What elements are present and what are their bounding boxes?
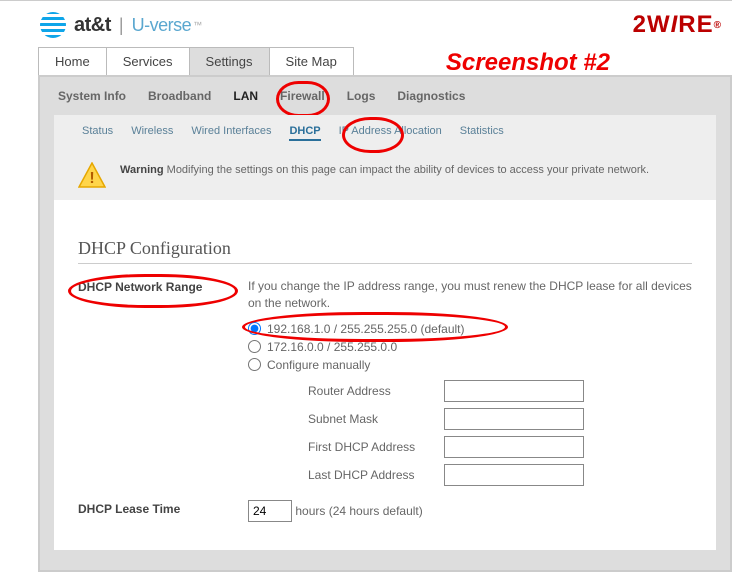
radio-range-172[interactable] xyxy=(248,340,261,353)
subtab-broadband[interactable]: Broadband xyxy=(148,89,211,103)
subsub-statistics[interactable]: Statistics xyxy=(460,125,504,141)
subtab-logs[interactable]: Logs xyxy=(347,89,376,103)
att-uverse-logo: at&t | U-verse ™ xyxy=(40,12,202,38)
dhcp-range-note: If you change the IP address range, you … xyxy=(248,278,692,312)
svg-text:!: ! xyxy=(89,170,94,187)
settings-subtabs: System Info Broadband LAN Firewall Logs … xyxy=(40,77,730,115)
input-first-dhcp-address[interactable] xyxy=(444,436,584,458)
tab-home[interactable]: Home xyxy=(38,47,107,75)
label-router-address: Router Address xyxy=(308,384,438,398)
label-last-dhcp: Last DHCP Address xyxy=(308,468,438,482)
row-dhcp-lease-time: DHCP Lease Time hours (24 hours default) xyxy=(78,500,692,522)
att-globe-icon xyxy=(40,12,66,38)
input-dhcp-lease-time[interactable] xyxy=(248,500,292,522)
radio-range-default[interactable] xyxy=(248,322,261,335)
input-last-dhcp-address[interactable] xyxy=(444,464,584,486)
subsub-dhcp[interactable]: DHCP xyxy=(289,125,320,141)
lan-subsubtabs: Status Wireless Wired Interfaces DHCP IP… xyxy=(82,125,688,141)
lan-subpanel: Status Wireless Wired Interfaces DHCP IP… xyxy=(54,115,716,550)
row-dhcp-network-range: DHCP Network Range If you change the IP … xyxy=(78,278,692,492)
radio-range-172-label: 172.16.0.0 / 255.255.0.0 xyxy=(267,340,397,354)
subsub-status[interactable]: Status xyxy=(82,125,113,141)
warning-banner: ! Warning Modifying the settings on this… xyxy=(54,150,716,200)
subtab-diagnostics[interactable]: Diagnostics xyxy=(397,89,465,103)
annotation-label: Screenshot #2 xyxy=(446,49,610,77)
subsub-wireless[interactable]: Wireless xyxy=(131,125,173,141)
radio-range-manual[interactable] xyxy=(248,358,261,371)
top-tabbar: Home Services Settings Site Map xyxy=(38,47,750,75)
input-subnet-mask[interactable] xyxy=(444,408,584,430)
label-dhcp-lease-time: DHCP Lease Time xyxy=(78,500,248,516)
subsub-ip-allocation[interactable]: IP Address Allocation xyxy=(339,125,442,141)
subtab-firewall[interactable]: Firewall xyxy=(280,89,325,103)
warning-icon: ! xyxy=(78,162,106,188)
lease-suffix: hours (24 hours default) xyxy=(295,504,422,518)
label-first-dhcp: First DHCP Address xyxy=(308,440,438,454)
section-title-dhcp-config: DHCP Configuration xyxy=(78,238,692,264)
subsub-wired-interfaces[interactable]: Wired Interfaces xyxy=(191,125,271,141)
uverse-text: U-verse xyxy=(132,15,192,36)
att-text: at&t xyxy=(74,14,111,37)
warning-label: Warning xyxy=(120,164,164,176)
label-subnet-mask: Subnet Mask xyxy=(308,412,438,426)
subtab-lan[interactable]: LAN xyxy=(233,89,258,103)
twowire-logo: 2WIRE® xyxy=(633,11,722,39)
settings-panel: System Info Broadband LAN Firewall Logs … xyxy=(38,75,732,572)
label-dhcp-network-range: DHCP Network Range xyxy=(78,278,248,294)
tab-sitemap[interactable]: Site Map xyxy=(269,47,354,75)
radio-range-default-label: 192.168.1.0 / 255.255.255.0 (default) xyxy=(267,322,465,336)
radio-range-manual-label: Configure manually xyxy=(267,358,370,372)
warning-text: Modifying the settings on this page can … xyxy=(167,164,649,176)
subtab-system-info[interactable]: System Info xyxy=(58,89,126,103)
input-router-address[interactable] xyxy=(444,380,584,402)
tab-services[interactable]: Services xyxy=(106,47,190,75)
branding-bar: at&t | U-verse ™ 2WIRE® Screenshot #2 xyxy=(0,1,750,47)
tab-settings[interactable]: Settings xyxy=(189,47,270,75)
